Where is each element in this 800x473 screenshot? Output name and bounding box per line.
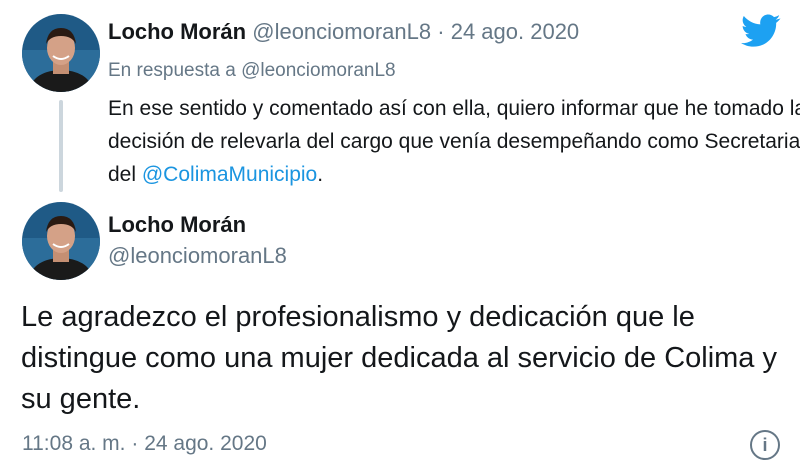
separator: · (437, 19, 445, 44)
tweet-timestamp[interactable]: 11:08 a. m. · 24 ago. 2020 (22, 432, 267, 456)
author-name[interactable]: Locho Morán (108, 212, 246, 238)
author-handle[interactable]: @leonciomoranL8 (252, 19, 431, 44)
tweet1-text-end: . (317, 163, 324, 186)
reply-context: En respuesta a @leonciomoranL8 (108, 60, 396, 82)
tweet-time[interactable]: 11:08 a. m. (22, 432, 126, 455)
tweet2-text: Le agradezco el profesionalismo y dedica… (21, 301, 777, 415)
tweet1-header: Locho Morán @leonciomoranL8 · 24 ago. 20… (108, 19, 579, 45)
info-icon[interactable]: i (750, 430, 780, 460)
avatar[interactable] (22, 14, 100, 92)
separator: · (131, 432, 139, 455)
avatar[interactable] (22, 202, 100, 280)
tweet-date[interactable]: 24 ago. 2020 (144, 432, 267, 455)
mention-link[interactable]: @ColimaMunicipio (142, 163, 317, 186)
tweet1-text: En ese sentido y comentado así con ella,… (108, 92, 800, 191)
author-name[interactable]: Locho Morán (108, 19, 246, 44)
author-handle[interactable]: @leonciomoranL8 (108, 243, 287, 269)
thread-line (59, 100, 63, 192)
tweet-date[interactable]: 24 ago. 2020 (451, 19, 579, 44)
reply-prefix: En respuesta a (108, 60, 236, 81)
twitter-bird-icon[interactable] (741, 14, 781, 48)
reply-handle[interactable]: @leonciomoranL8 (241, 60, 396, 81)
